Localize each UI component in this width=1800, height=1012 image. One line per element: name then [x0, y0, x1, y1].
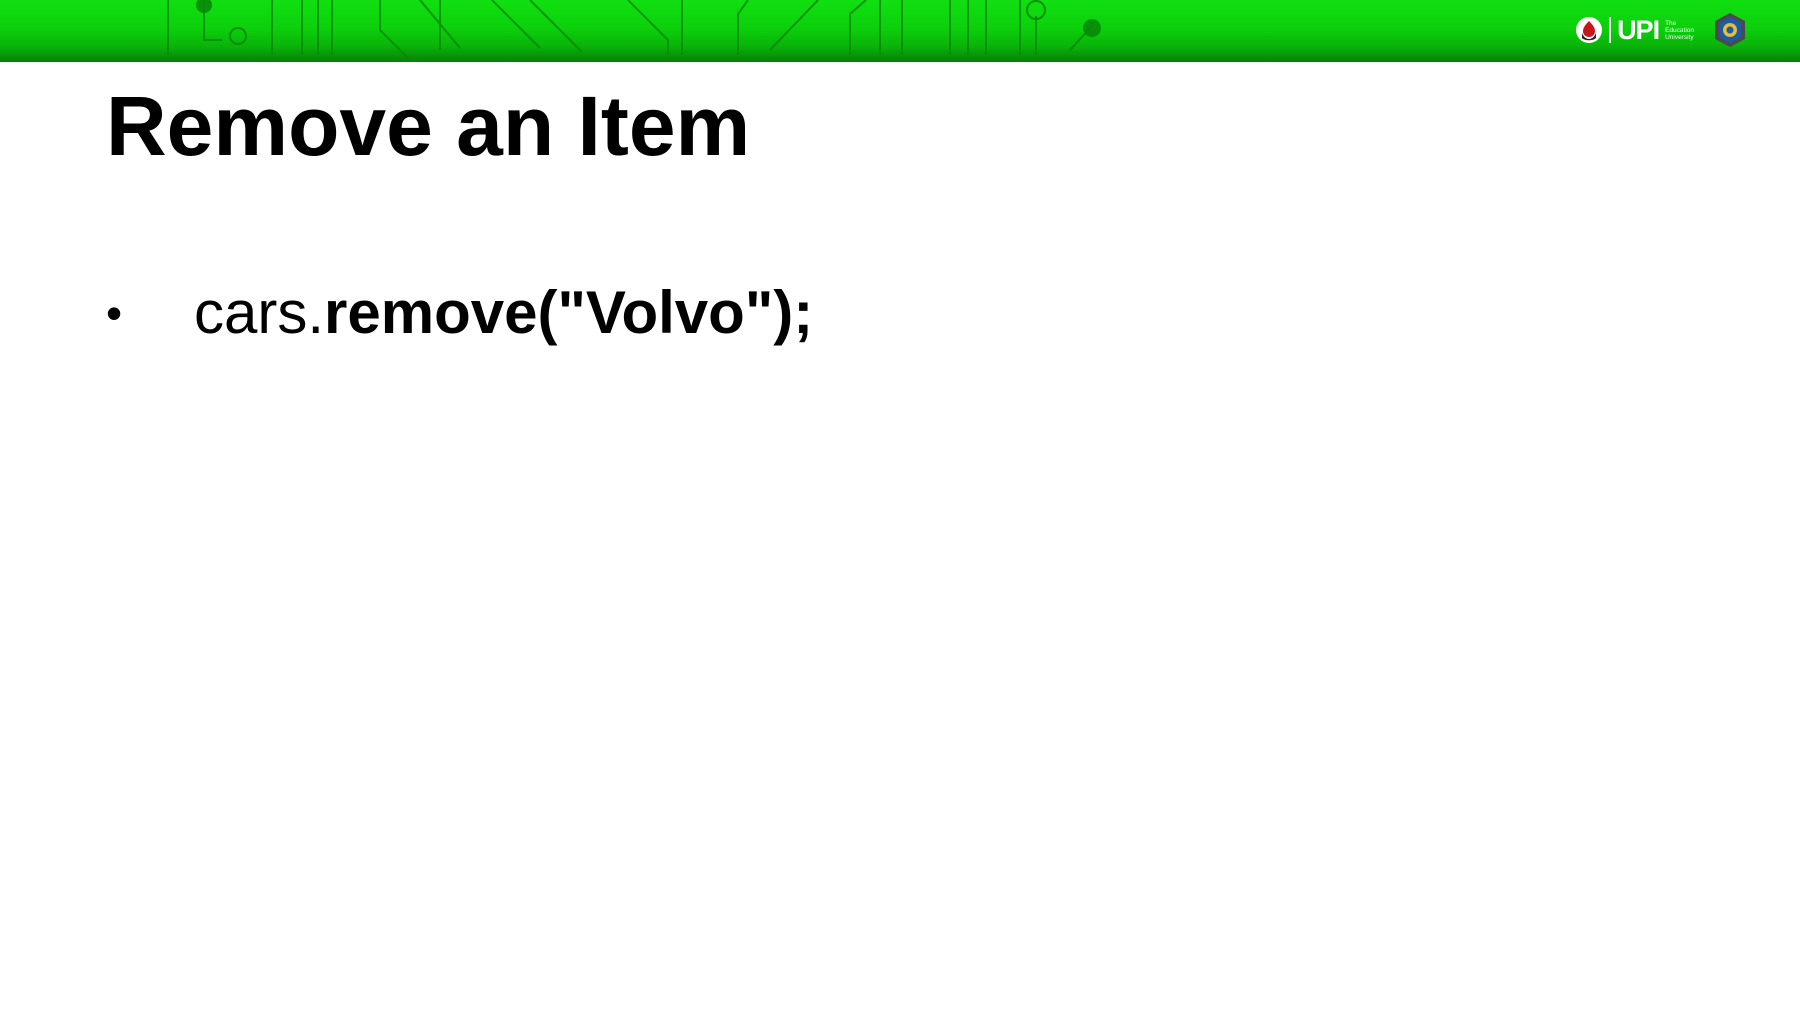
logo-tagline-line: University	[1665, 33, 1694, 41]
slide-title: Remove an Item	[106, 79, 751, 173]
logo-text: UPI	[1617, 14, 1660, 45]
list-item: • cars. remove("Volvo");	[106, 280, 813, 346]
logo-divider	[1609, 17, 1612, 43]
logo-tagline: The Education University	[1665, 20, 1694, 41]
university-seal-icon	[1715, 13, 1745, 47]
slide: UPI The Education University Remove an I…	[0, 0, 1800, 1012]
logo-group: UPI The Education University	[1575, 11, 1748, 49]
logo-tagline-line: Education	[1665, 26, 1694, 34]
header-banner: UPI The Education University	[0, 0, 1800, 62]
code-object-text: cars.	[194, 279, 325, 346]
bullet-list: • cars. remove("Volvo");	[106, 280, 813, 346]
upi-emblem-icon	[1576, 17, 1603, 43]
circuit-decoration-icon	[167, 0, 1101, 61]
bullet-marker: •	[106, 286, 123, 339]
logo-tagline-line: The	[1665, 19, 1677, 27]
code-method-text: remove("Volvo");	[324, 279, 814, 346]
